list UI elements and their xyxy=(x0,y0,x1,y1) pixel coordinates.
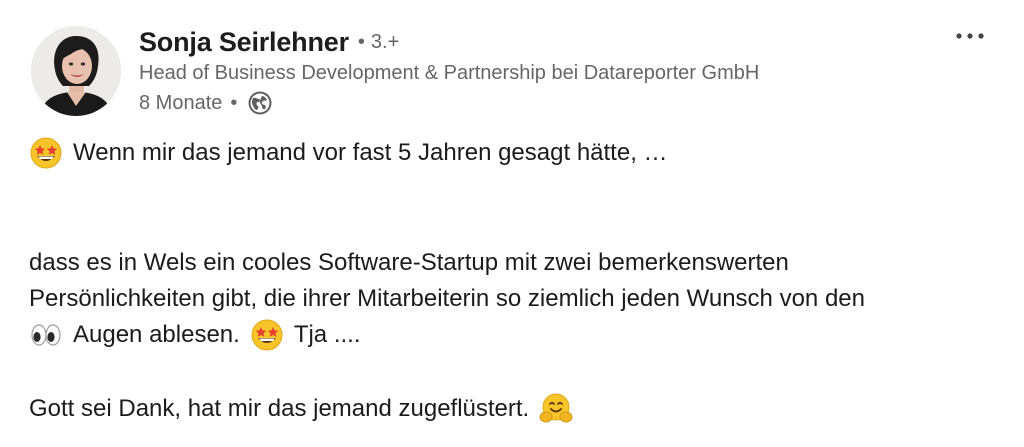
post-meta: 8 Monate • xyxy=(139,89,273,117)
avatar[interactable] xyxy=(31,26,121,116)
more-options-button[interactable] xyxy=(948,20,992,52)
star-struck-emoji xyxy=(250,318,284,352)
post-line-5: Gott sei Dank, hat mir das jemand zugefl… xyxy=(29,391,573,427)
post-line-4: Augen ablesen. Tja .... xyxy=(29,317,361,353)
post-line-3: Persönlichkeiten gibt, die ihrer Mitarbe… xyxy=(29,285,865,312)
post-text-4a: Augen ablesen. xyxy=(73,321,240,348)
name-separator: • xyxy=(357,30,365,53)
post-text-5: Gott sei Dank, hat mir das jemand zugefl… xyxy=(29,395,530,422)
author-name[interactable]: Sonja Seirlehner xyxy=(139,27,349,58)
hugging-face-emoji xyxy=(539,392,573,426)
meta-separator: • xyxy=(230,91,238,114)
post-time: 8 Monate xyxy=(139,91,223,114)
connection-degree: 3.+ xyxy=(370,30,400,53)
post-text-4b: Tja .... xyxy=(293,321,361,348)
author-name-line: Sonja Seirlehner • 3.+ xyxy=(139,25,399,59)
post-text-1: Wenn mir das jemand vor fast 5 Jahren ge… xyxy=(73,139,668,166)
eyes-emoji xyxy=(29,318,63,352)
star-struck-emoji xyxy=(29,136,63,170)
author-headline: Head of Business Development & Partnersh… xyxy=(139,62,760,84)
feed-post: Sonja Seirlehner • 3.+ Head of Business … xyxy=(0,0,1024,447)
post-line-2: dass es in Wels ein cooles Software-Star… xyxy=(29,249,789,276)
more-horizontal-icon xyxy=(956,33,984,39)
post-line-1: Wenn mir das jemand vor fast 5 Jahren ge… xyxy=(29,135,668,171)
globe-icon xyxy=(247,90,273,116)
